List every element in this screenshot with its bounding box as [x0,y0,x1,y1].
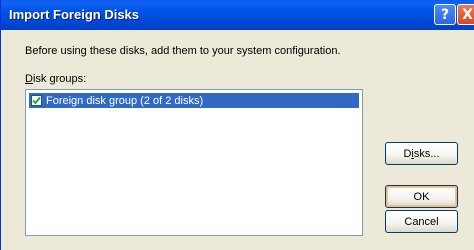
checkmark-icon [32,96,41,105]
disk-groups-accelerator: D [25,73,33,85]
disk-groups-label: Disk groups: [25,73,86,85]
disk-groups-label-text: isk groups: [32,73,87,85]
window-title: Import Foreign Disks [9,7,140,22]
ok-button[interactable]: OK [385,185,458,208]
close-button[interactable]: X [457,4,474,25]
disk-groups-listbox[interactable]: Foreign disk group (2 of 2 disks) [25,89,363,236]
cancel-button[interactable]: Cancel [385,210,458,233]
close-icon: X [462,6,473,23]
list-item[interactable]: Foreign disk group (2 of 2 disks) [29,93,359,108]
disks-button-label-end: sks... [413,147,440,160]
help-icon: ? [440,6,450,23]
disks-button-label-start: D [403,147,412,160]
title-bar[interactable]: Import Foreign Disks ? X [1,0,474,30]
disks-button[interactable]: Di sks... [385,142,458,165]
foreign-disk-group-checkbox[interactable] [31,95,42,106]
import-foreign-disks-dialog: Import Foreign Disks ? X Before using th… [0,0,474,250]
list-item-label: Foreign disk group (2 of 2 disks) [46,94,204,107]
help-button[interactable]: ? [434,4,456,25]
description-text: Before using these disks, add them to yo… [25,45,341,57]
